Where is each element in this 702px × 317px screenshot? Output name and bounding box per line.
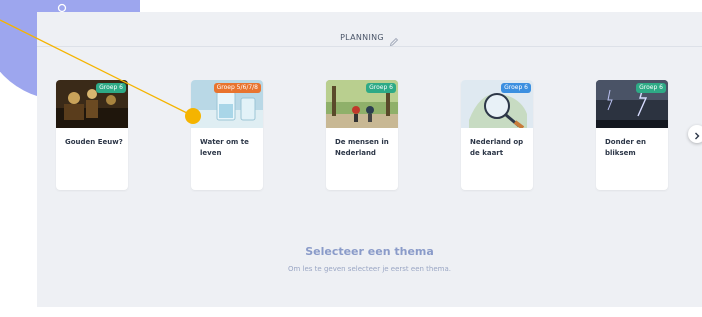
group-badge: Groep 6: [96, 83, 126, 93]
planning-title: PLANNING: [340, 32, 384, 42]
group-badge: Groep 5/6/7/8: [213, 83, 261, 93]
pencil-icon[interactable]: [389, 32, 399, 47]
planning-header[interactable]: PLANNING: [37, 28, 702, 47]
theme-card-gouden-eeuw[interactable]: Groep 6 Gouden Eeuw?: [56, 80, 128, 190]
carousel-next-button[interactable]: [688, 125, 702, 143]
theme-card-water-om-te-leven[interactable]: Groep 5/6/7/8 Water om te leven: [191, 80, 263, 190]
theme-title: Donder en bliksem: [605, 138, 646, 157]
blob-icon: [57, 3, 67, 13]
theme-card-donder-en-bliksem[interactable]: Groep 6 Donder en bliksem: [596, 80, 668, 190]
empty-state-subtitle: Om les te geven selecteer je eerst een t…: [287, 265, 451, 273]
theme-card-nederland-op-de-kaart[interactable]: Groep 6 Nederland op de kaart: [461, 80, 533, 190]
group-badge: Groep 6: [636, 83, 666, 93]
empty-state-title: Selecteer een thema: [305, 245, 434, 258]
chevron-right-icon: [693, 125, 701, 144]
theme-title: Gouden Eeuw?: [65, 138, 123, 146]
theme-title: Water om te leven: [200, 138, 249, 157]
theme-card-de-mensen-in-nederland[interactable]: Groep 6 De mensen in Nederland: [326, 80, 398, 190]
theme-title: Nederland op de kaart: [470, 138, 524, 157]
group-badge: Groep 6: [501, 83, 531, 93]
group-badge: Groep 6: [366, 83, 396, 93]
theme-title: De mensen in Nederland: [335, 138, 389, 157]
